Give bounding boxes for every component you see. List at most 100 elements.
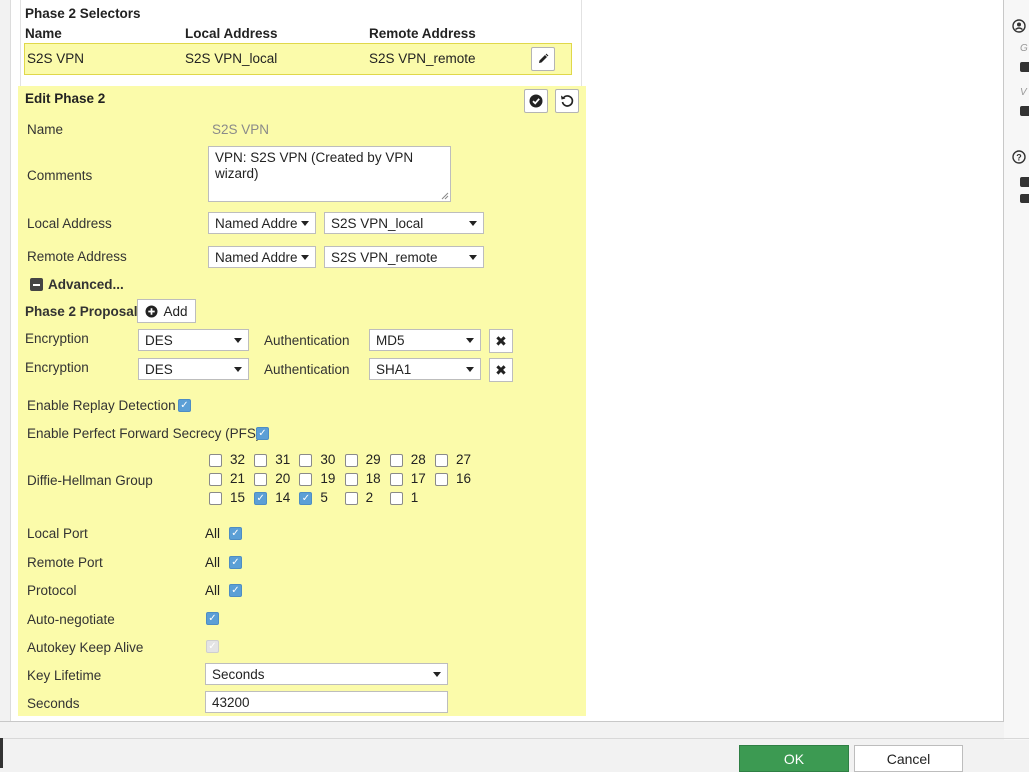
dh-group-checkbox[interactable] xyxy=(389,473,403,487)
edit-button[interactable] xyxy=(531,47,555,71)
remote-address-type-value: Named Addre xyxy=(215,249,297,265)
dh-group-value: 1 xyxy=(410,489,419,505)
dh-group-option[interactable]: 1 xyxy=(389,489,419,506)
local-port-all-checkbox[interactable] xyxy=(229,527,242,540)
check-circle-icon xyxy=(529,94,543,108)
protocol-label: Protocol xyxy=(27,583,77,598)
dh-group-option[interactable]: 5 xyxy=(299,489,328,506)
comments-textarea[interactable]: VPN: S2S VPN (Created by VPN wizard) xyxy=(208,146,451,202)
dh-group-value: 14 xyxy=(275,489,291,505)
local-address-type-select[interactable]: Named Addre xyxy=(208,212,316,234)
advanced-toggle[interactable]: Advanced... xyxy=(30,277,124,292)
protocol-all-checkbox[interactable] xyxy=(229,584,242,597)
row-local-address: S2S VPN_local xyxy=(185,51,278,66)
local-address-select[interactable]: S2S VPN_local xyxy=(324,212,484,234)
dh-group-option[interactable]: 31 xyxy=(254,451,290,467)
replay-detection-label: Enable Replay Detection xyxy=(27,398,176,413)
dh-group-option[interactable]: 14 xyxy=(254,489,291,506)
user-circle-icon[interactable] xyxy=(1012,19,1026,33)
replay-detection-checkbox[interactable] xyxy=(178,399,191,412)
dh-group-option[interactable]: 19 xyxy=(299,470,336,487)
dh-group-checkbox[interactable] xyxy=(299,492,313,506)
dh-group-option[interactable]: 18 xyxy=(344,470,381,487)
name-label: Name xyxy=(27,122,64,137)
local-port-value: All xyxy=(205,526,221,541)
dh-group-grid: 3231302928272120191817161514521 xyxy=(209,451,499,511)
dh-group-value: 29 xyxy=(365,451,381,467)
dh-group-checkbox[interactable] xyxy=(344,454,358,467)
encryption-select[interactable]: DES xyxy=(138,329,249,351)
dh-group-option[interactable]: 2 xyxy=(344,489,373,506)
sidebar-letter-v: V xyxy=(1020,87,1027,98)
remove-proposal-button[interactable]: ✖ xyxy=(489,329,513,353)
authentication-select[interactable]: SHA1 xyxy=(369,358,481,380)
device-icon[interactable] xyxy=(1020,177,1029,187)
dh-group-option[interactable]: 28 xyxy=(389,451,426,467)
chevron-down-icon xyxy=(433,671,441,677)
dh-group-checkbox[interactable] xyxy=(254,473,268,487)
comments-label: Comments xyxy=(27,168,93,183)
dh-group-checkbox[interactable] xyxy=(209,473,222,487)
local-port-label: Local Port xyxy=(27,526,88,541)
dh-group-option[interactable]: 15 xyxy=(209,489,245,506)
dh-group-option[interactable]: 20 xyxy=(254,470,290,487)
device-icon[interactable] xyxy=(1020,106,1029,116)
dh-group-value: 28 xyxy=(410,451,426,467)
dh-group-checkbox[interactable] xyxy=(344,473,358,487)
dh-group-checkbox[interactable] xyxy=(209,492,222,506)
pencil-icon xyxy=(539,53,549,63)
dh-group-option[interactable]: 21 xyxy=(209,470,245,487)
chevron-down-icon xyxy=(234,366,242,372)
help-icon[interactable]: ? xyxy=(1012,150,1026,164)
dh-group-value: 19 xyxy=(320,470,336,486)
selectors-title: Phase 2 Selectors xyxy=(25,6,141,21)
local-address-type-value: Named Addre xyxy=(215,215,297,231)
encryption-select[interactable]: DES xyxy=(138,358,249,380)
dh-group-option[interactable]: 29 xyxy=(344,451,381,467)
dh-group-value: 31 xyxy=(275,451,291,467)
auto-negotiate-checkbox[interactable] xyxy=(206,612,219,625)
dh-group-checkbox[interactable] xyxy=(254,492,268,506)
apply-button[interactable] xyxy=(524,89,548,113)
authentication-label: Authentication xyxy=(264,362,350,377)
dh-group-checkbox[interactable] xyxy=(389,492,403,506)
seconds-input[interactable]: 43200 xyxy=(205,691,448,713)
remote-address-select[interactable]: S2S VPN_remote xyxy=(324,246,484,268)
row-name: S2S VPN xyxy=(27,51,85,66)
dh-group-option[interactable]: 32 xyxy=(209,451,245,467)
authentication-select[interactable]: MD5 xyxy=(369,329,481,351)
name-value: S2S VPN xyxy=(212,122,270,137)
add-proposal-button[interactable]: Add xyxy=(137,299,196,323)
resize-grip-icon[interactable] xyxy=(441,192,449,200)
pfs-checkbox[interactable] xyxy=(256,427,269,440)
dh-group-checkbox[interactable] xyxy=(389,454,403,467)
dh-group-checkbox[interactable] xyxy=(344,492,358,506)
pfs-label: Enable Perfect Forward Secrecy (PFS) xyxy=(27,426,261,441)
dh-group-option[interactable]: 30 xyxy=(299,451,335,467)
protocol-value: All xyxy=(205,583,221,598)
remote-port-all-checkbox[interactable] xyxy=(229,556,242,569)
key-lifetime-select[interactable]: Seconds xyxy=(205,663,448,685)
dh-group-option[interactable]: 16 xyxy=(435,470,471,487)
dh-group-option[interactable]: 17 xyxy=(389,470,426,487)
dh-group-checkbox[interactable] xyxy=(435,454,448,467)
remote-address-type-select[interactable]: Named Addre xyxy=(208,246,316,268)
dh-group-value: 18 xyxy=(365,470,381,486)
svg-text:?: ? xyxy=(1016,153,1022,163)
phase2-proposal-label: Phase 2 Proposal xyxy=(25,304,138,319)
remote-address-label: Remote Address xyxy=(27,249,127,264)
dh-group-option[interactable]: 27 xyxy=(435,451,471,467)
table-row[interactable] xyxy=(24,43,572,75)
dh-group-checkbox[interactable] xyxy=(299,473,313,487)
dh-group-checkbox[interactable] xyxy=(209,454,222,467)
add-label: Add xyxy=(163,303,188,319)
dh-group-checkbox[interactable] xyxy=(299,454,313,467)
dh-group-checkbox[interactable] xyxy=(254,454,268,467)
dh-group-value: 27 xyxy=(456,451,472,467)
device-icon[interactable] xyxy=(1020,62,1029,72)
dh-group-checkbox[interactable] xyxy=(435,473,448,487)
device-icon[interactable] xyxy=(1020,194,1029,203)
remove-proposal-button[interactable]: ✖ xyxy=(489,358,513,382)
autokey-keepalive-checkbox xyxy=(206,640,219,653)
undo-button[interactable] xyxy=(555,89,579,113)
